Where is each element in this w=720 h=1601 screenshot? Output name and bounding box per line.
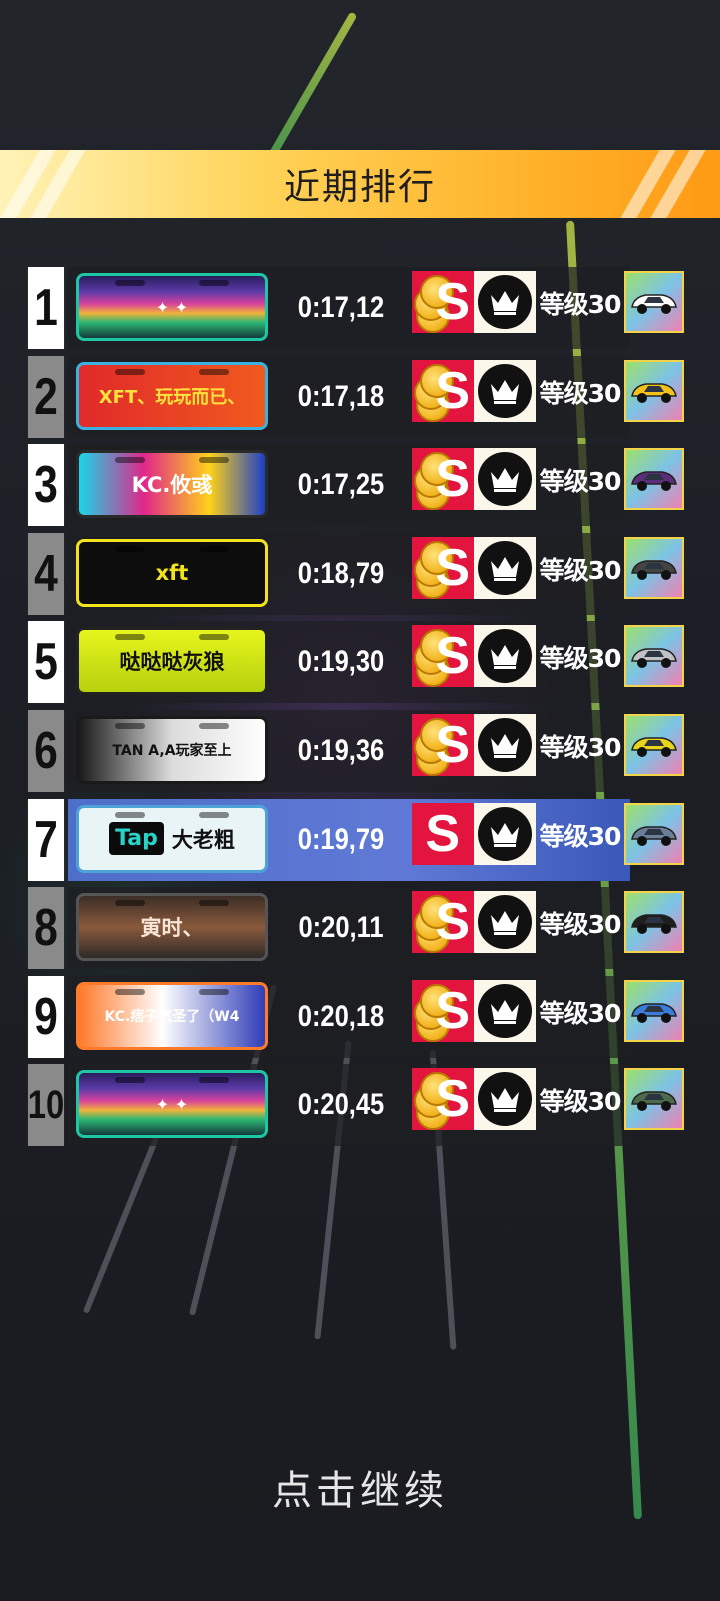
car-thumbnail — [624, 536, 684, 599]
leaderboard-row: 6 TAN A,A玩家至上 0:19,36 S 等级30 — [24, 710, 704, 792]
leaderboard-row: 4 xft 0:18,79 S 等级30 — [24, 532, 704, 615]
rank-number: 4 — [27, 532, 65, 615]
plate-text: TAN A,A玩家至上 — [112, 743, 232, 759]
coin-s-icon: S — [412, 536, 474, 599]
crown-icon — [474, 271, 536, 333]
race-time: 0:19,30 — [297, 645, 385, 679]
plate-decoration-icon: ✦ ✦ — [155, 1094, 189, 1114]
player-level: 等级30 — [539, 1087, 622, 1117]
rank-number: 5 — [27, 621, 65, 704]
race-time: 0:18,79 — [297, 556, 385, 590]
race-time: 0:19,36 — [297, 734, 385, 767]
car-thumbnail — [624, 359, 684, 422]
rank-number: 7 — [27, 798, 65, 881]
race-time: 0:17,12 — [297, 291, 385, 324]
leaderboard-row: 9 KC.痞子气圣了（W4 0:20,18 S 等级30 — [24, 975, 704, 1058]
plate-text: KC.痞子气圣了（W4 — [104, 1008, 240, 1025]
crown-icon — [474, 802, 536, 865]
license-plate: Tap 大老粗 — [76, 804, 268, 873]
coin-s-icon: S — [412, 448, 474, 511]
license-plate: 寅时、 — [76, 893, 268, 962]
player-level: 等级30 — [539, 821, 622, 851]
leaderboard-title: 近期排行 — [283, 167, 436, 208]
coin-s-icon: S — [412, 714, 474, 776]
race-time: 0:20,18 — [297, 999, 385, 1033]
crown-icon — [474, 714, 536, 776]
coin-s-icon: S — [412, 359, 474, 422]
crown-icon — [474, 891, 536, 954]
coin-s-icon: S — [412, 625, 474, 688]
player-level: 等级30 — [539, 555, 622, 585]
plate-text: 大老粗 — [171, 827, 235, 852]
tap-to-continue-button[interactable]: 点击继续 — [0, 1458, 720, 1516]
coin-s-icon: S — [412, 1068, 474, 1131]
license-plate: TAN A,A玩家至上 — [76, 716, 268, 784]
race-time: 0:20,45 — [297, 1088, 385, 1122]
rank-number: 6 — [27, 710, 65, 792]
rank-number: 8 — [27, 887, 65, 970]
race-time: 0:17,25 — [297, 468, 385, 502]
license-plate: KC.攸彧 — [76, 450, 268, 519]
coin-s-icon: S — [412, 271, 474, 333]
player-level: 等级30 — [539, 998, 622, 1028]
crown-icon — [474, 359, 536, 422]
rank-number: 9 — [27, 975, 65, 1058]
race-time: 0:17,18 — [297, 379, 385, 413]
leaderboard-row: 2 XFT、玩玩而已、 0:17,18 S 等级30 — [24, 355, 704, 438]
player-level: 等级30 — [539, 378, 622, 408]
rank-number: 1 — [27, 267, 65, 349]
player-level: 等级30 — [539, 290, 622, 319]
car-thumbnail — [624, 271, 684, 333]
coin-s-icon: S — [412, 979, 474, 1042]
car-thumbnail — [624, 1068, 684, 1131]
plate-text: KC.攸彧 — [131, 473, 213, 498]
license-plate: KC.痞子气圣了（W4 — [76, 981, 268, 1050]
crown-icon — [474, 625, 536, 688]
leaderboard-row: 10 ✦ ✦ 0:20,45 S 等级30 — [24, 1064, 704, 1147]
rank-number: 3 — [27, 444, 65, 527]
crown-icon — [474, 448, 536, 511]
leaderboard-row: 1 ✦ ✦ 0:17,12 S 等级30 — [24, 267, 704, 349]
plate-text: 寅时、 — [140, 916, 204, 941]
crown-icon — [474, 1068, 536, 1131]
leaderboard-title-banner: 近期排行 — [0, 150, 720, 218]
rank-number: 10 — [28, 1064, 64, 1147]
leaderboard-row: 7 Tap 大老粗 0:19,79 S 等级30 — [24, 798, 704, 881]
license-plate: ✦ ✦ — [76, 1070, 268, 1139]
car-thumbnail — [624, 979, 684, 1042]
player-level: 等级30 — [539, 467, 622, 497]
license-plate: ✦ ✦ — [76, 273, 268, 341]
rank-number: 2 — [27, 355, 65, 438]
license-plate: XFT、玩玩而已、 — [76, 361, 268, 430]
player-level: 等级30 — [539, 733, 622, 762]
plate-decoration-icon: ✦ ✦ — [155, 297, 189, 317]
player-level: 等级30 — [539, 910, 622, 940]
leaderboard-row: 8 寅时、 0:20,11 S 等级30 — [24, 887, 704, 970]
player-level: 等级30 — [539, 644, 622, 674]
license-plate: 哒哒哒灰狼 — [76, 627, 268, 696]
crown-icon — [474, 536, 536, 599]
car-thumbnail — [624, 891, 684, 954]
leaderboard-row: 5 哒哒哒灰狼 0:19,30 S 等级30 — [24, 621, 704, 704]
car-thumbnail — [624, 448, 684, 511]
car-thumbnail — [624, 714, 684, 776]
car-thumbnail — [624, 802, 684, 865]
coin-s-icon: S — [412, 802, 474, 865]
race-time: 0:19,79 — [297, 822, 385, 856]
coin-s-icon: S — [412, 891, 474, 954]
license-plate: xft — [76, 538, 268, 607]
leaderboard-row: 3 KC.攸彧 0:17,25 S 等级30 — [24, 444, 704, 527]
plate-brand-logo: Tap — [109, 822, 164, 856]
crown-icon — [474, 979, 536, 1042]
plate-text: xft — [155, 560, 189, 585]
plate-text: XFT、玩玩而已、 — [98, 386, 246, 408]
car-thumbnail — [624, 625, 684, 688]
plate-text: 哒哒哒灰狼 — [119, 650, 225, 675]
race-time: 0:20,11 — [298, 911, 384, 945]
